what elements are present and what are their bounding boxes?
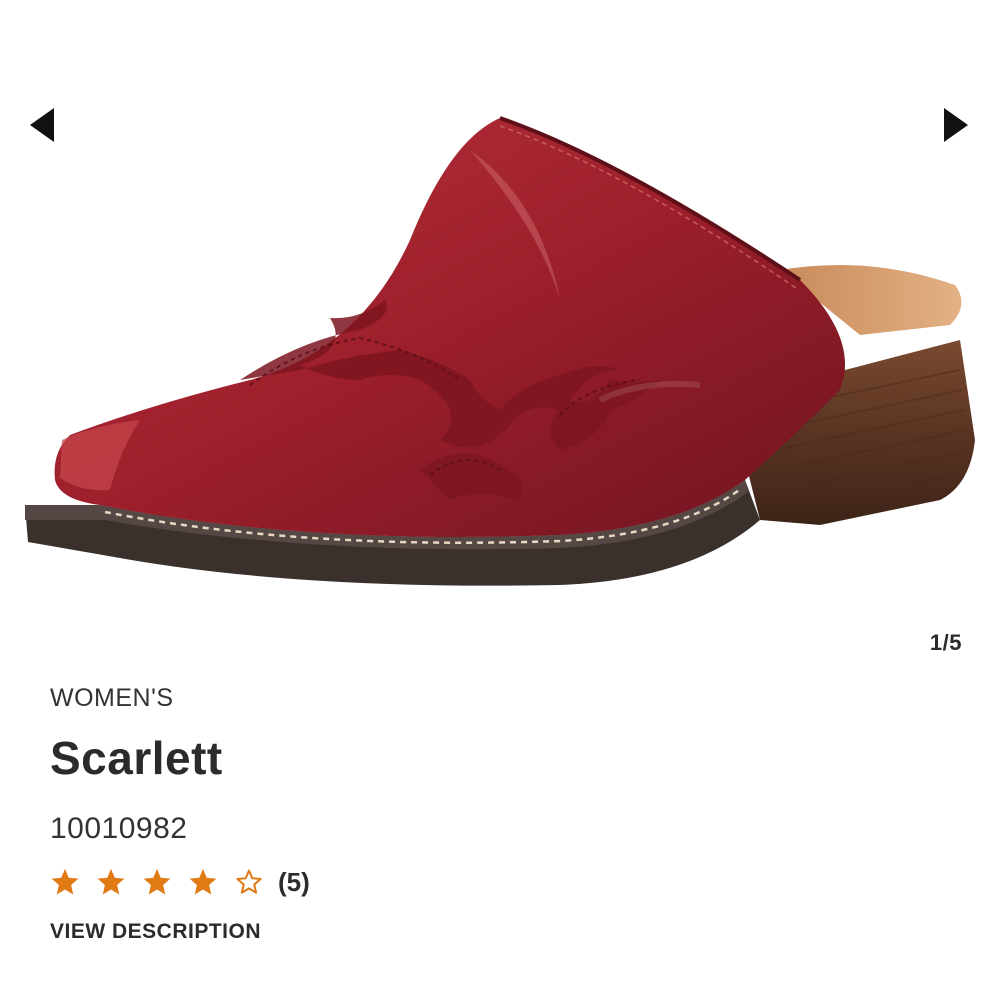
product-page: 1/5 WOMEN'S Scarlett 10010982 (5) VIEW D… (0, 0, 1000, 1000)
product-details: WOMEN'S Scarlett 10010982 (5) VIEW DESCR… (50, 680, 950, 944)
image-counter: 1/5 (929, 630, 962, 655)
product-gender: WOMEN'S (50, 684, 174, 712)
star-outline-icon (236, 869, 262, 894)
view-description-link[interactable]: VIEW DESCRIPTION (50, 920, 261, 944)
product-title: Scarlett (50, 732, 223, 784)
star-filled-icon (51, 868, 79, 895)
review-count-link[interactable]: (5) (278, 867, 310, 898)
star-filled-icon (97, 868, 125, 895)
triangle-right-icon (944, 108, 968, 142)
star-filled-icon (189, 868, 217, 895)
image-carousel[interactable]: 1/5 (0, 0, 1000, 670)
rating-row[interactable]: (5) (50, 860, 950, 904)
star-filled-icon (143, 868, 171, 895)
triangle-left-icon (30, 108, 54, 142)
product-image[interactable] (0, 80, 1000, 620)
next-image-button[interactable] (936, 100, 976, 150)
product-sku: 10010982 (50, 812, 188, 845)
previous-image-button[interactable] (22, 100, 62, 150)
